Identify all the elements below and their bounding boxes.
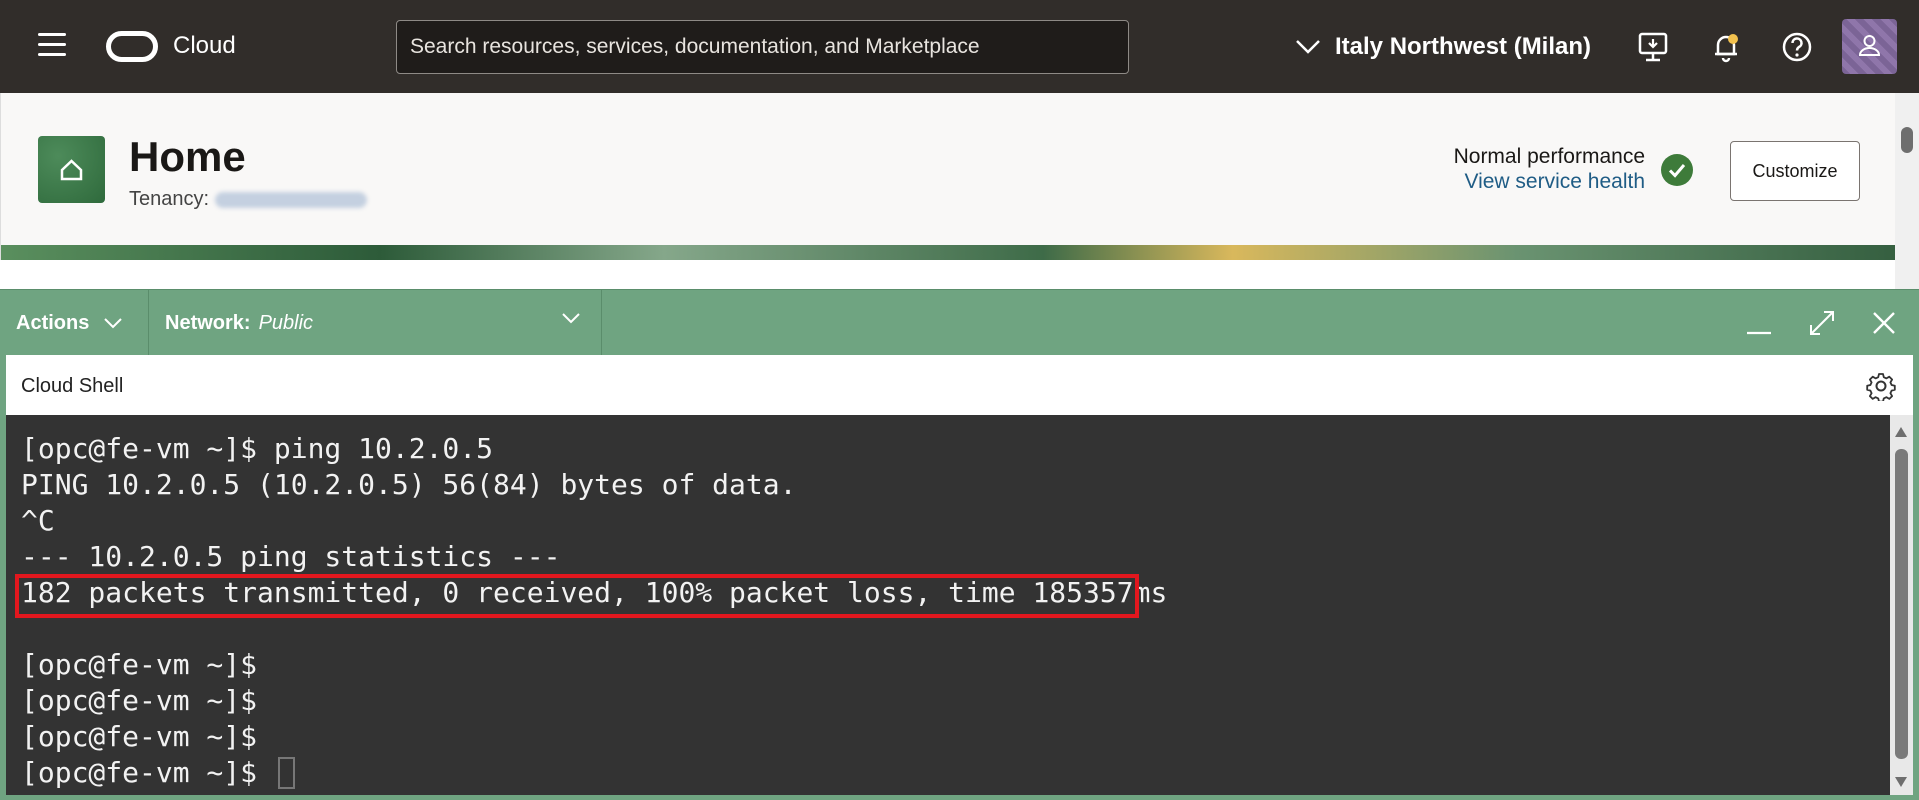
region-selector[interactable]: Italy Northwest (Milan) [1295, 28, 1591, 66]
tenancy-label: Tenancy: [129, 188, 210, 210]
terminal-line: ^C [21, 504, 55, 537]
region-label: Italy Northwest (Milan) [1335, 33, 1592, 60]
page-scrollbar[interactable] [1895, 93, 1919, 290]
terminal-line: [opc@fe-vm ~]$ [21, 648, 258, 681]
shell-frame-right [1913, 355, 1919, 800]
performance-status: Normal performance [1453, 145, 1645, 168]
tenancy-value-redacted [215, 191, 368, 208]
terminal-line: [opc@fe-vm ~]$ ping 10.2.0.5 [21, 432, 494, 465]
home-header: Home Tenancy: Normal performance View se… [0, 93, 1896, 260]
cloud-shell-header: Cloud Shell [6, 355, 1913, 415]
help-icon[interactable] [1780, 30, 1814, 64]
terminal-prompt-line[interactable]: [opc@fe-vm ~]$ [21, 755, 1890, 791]
chevron-down-icon [1296, 40, 1320, 54]
service-health-link[interactable]: View service health [1445, 170, 1645, 194]
terminal-cursor [277, 757, 295, 789]
terminal-line-highlighted: 182 packets transmitted, 0 received, 100… [21, 576, 1168, 609]
avatar[interactable] [1842, 19, 1897, 74]
actions-label: Actions [16, 311, 90, 334]
home-icon [60, 159, 83, 181]
page-scrollbar-thumb[interactable] [1901, 127, 1913, 153]
terminal-scrollbar[interactable] [1890, 415, 1913, 795]
scroll-down-arrow-icon[interactable] [1895, 777, 1907, 787]
top-navigation-bar: Cloud Italy Northwest (Milan) [0, 0, 1919, 93]
maximize-icon[interactable] [1805, 306, 1839, 340]
monitor-icon[interactable] [1636, 30, 1670, 64]
cloud-shell-toolbar: Actions Network: Public [0, 289, 1919, 356]
close-icon[interactable] [1867, 306, 1901, 340]
hamburger-icon[interactable] [38, 33, 66, 59]
chevron-down-icon [104, 318, 123, 329]
chevron-down-icon [562, 313, 580, 324]
search-input[interactable] [396, 20, 1129, 74]
bell-icon[interactable] [1709, 30, 1743, 64]
cloud-shell-title: Cloud Shell [21, 375, 124, 397]
brand-name[interactable]: Cloud [173, 32, 236, 60]
network-selector[interactable]: Network: Public [149, 290, 602, 356]
terminal-prompt: [opc@fe-vm ~]$ [21, 756, 274, 789]
terminal-scrollbar-thumb[interactable] [1895, 449, 1908, 759]
check-circle-icon [1661, 154, 1693, 186]
tenancy-info: Tenancy: [129, 188, 368, 211]
terminal-line: [opc@fe-vm ~]$ [21, 720, 258, 753]
actions-menu[interactable]: Actions [0, 290, 149, 356]
shell-frame-bottom [0, 795, 1919, 800]
terminal[interactable]: [opc@fe-vm ~]$ ping 10.2.0.5 PING 10.2.0… [6, 415, 1890, 795]
network-value: Public [258, 311, 314, 334]
terminal-line: [opc@fe-vm ~]$ [21, 684, 258, 717]
customize-button[interactable]: Customize [1730, 141, 1860, 201]
home-badge [38, 136, 105, 203]
user-icon [1858, 35, 1881, 56]
terminal-line: --- 10.2.0.5 ping statistics --- [21, 540, 561, 573]
cloud-logo-icon[interactable] [106, 31, 158, 62]
page-title: Home [129, 133, 246, 180]
scroll-up-arrow-icon[interactable] [1895, 427, 1907, 437]
network-label: Network: [165, 311, 251, 334]
decorative-banner [1, 245, 1896, 260]
terminal-line: PING 10.2.0.5 (10.2.0.5) 56(84) bytes of… [21, 468, 797, 501]
gear-icon[interactable] [1866, 371, 1896, 401]
minimize-icon[interactable] [1742, 306, 1776, 340]
